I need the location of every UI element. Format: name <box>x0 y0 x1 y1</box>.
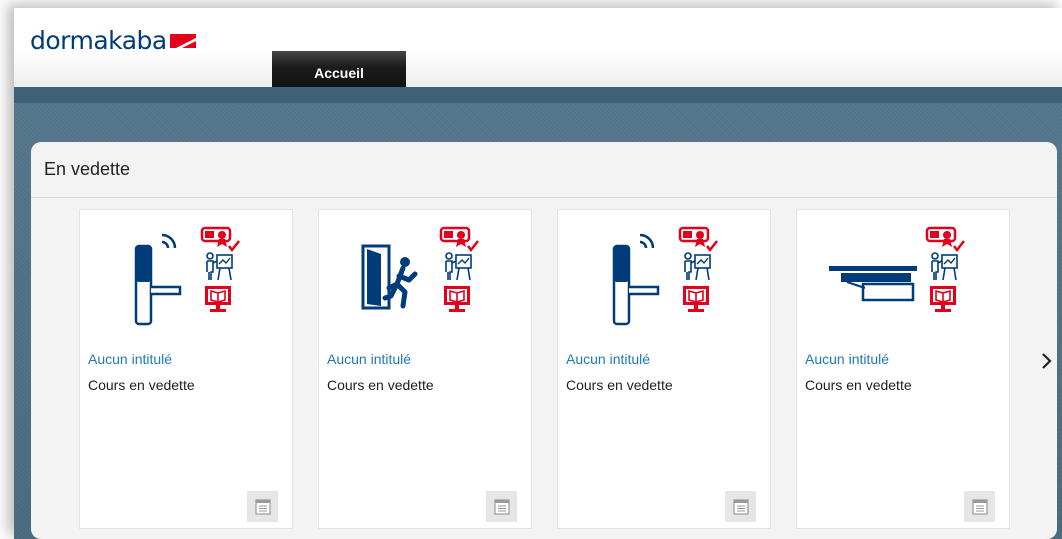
details-icon[interactable] <box>964 491 995 522</box>
course-subtitle: Cours en vedette <box>327 377 434 393</box>
featured-panel: En vedette Aucun intitulé Cours en vedet… <box>31 142 1057 539</box>
dormakaba-logo[interactable]: dormakaba <box>30 28 196 53</box>
logo-mark-icon <box>169 34 196 53</box>
course-card[interactable]: Aucun intitulé Cours en vedette <box>557 209 771 529</box>
course-card[interactable]: Aucun intitulé Cours en vedette <box>318 209 532 529</box>
logo-text: dormakaba <box>30 26 167 55</box>
site-header: dormakaba Accueil <box>14 8 1062 87</box>
course-subtitle: Cours en vedette <box>88 377 195 393</box>
details-icon[interactable] <box>725 491 756 522</box>
featured-panel-title: En vedette <box>44 159 131 179</box>
details-icon[interactable] <box>247 491 278 522</box>
course-title-link[interactable]: Aucun intitulé <box>327 351 411 367</box>
course-subtitle: Cours en vedette <box>805 377 912 393</box>
door-lock-training-icon <box>558 218 772 338</box>
featured-panel-header: En vedette <box>31 142 1057 198</box>
tab-accueil[interactable]: Accueil <box>272 51 406 87</box>
emergency-exit-training-icon <box>319 218 533 338</box>
door-closer-training-icon <box>797 218 1011 338</box>
door-lock-training-icon <box>80 218 294 338</box>
browser-frame: dormakaba Accueil En vedette Aucun intit… <box>14 8 1062 539</box>
course-title-link[interactable]: Aucun intitulé <box>566 351 650 367</box>
details-icon[interactable] <box>486 491 517 522</box>
content-top-strip <box>14 87 1062 103</box>
course-title-link[interactable]: Aucun intitulé <box>88 351 172 367</box>
chevron-right-icon[interactable] <box>1037 347 1057 375</box>
course-subtitle: Cours en vedette <box>566 377 673 393</box>
course-card[interactable]: Aucun intitulé Cours en vedette <box>796 209 1010 529</box>
course-card[interactable]: Aucun intitulé Cours en vedette <box>79 209 293 529</box>
course-title-link[interactable]: Aucun intitulé <box>805 351 889 367</box>
